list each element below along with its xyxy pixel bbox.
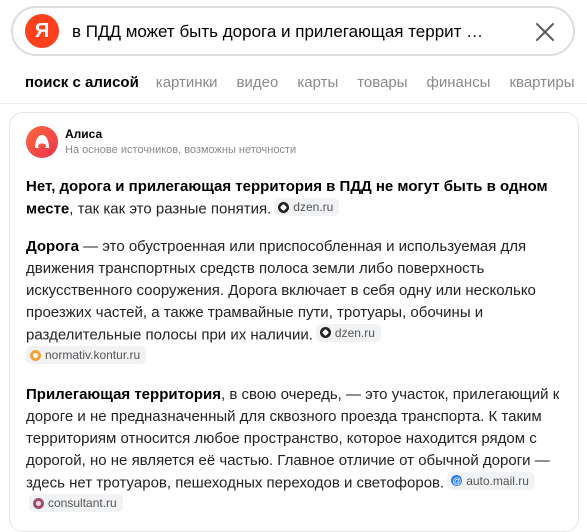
tab-finance[interactable]: финансы (427, 74, 491, 92)
source-label: dzen.ru (334, 325, 375, 340)
tab-apartments[interactable]: квартиры (509, 74, 574, 92)
tab-maps[interactable]: карты (297, 74, 338, 92)
answer-bold-lead: Прилегающая территория (26, 385, 222, 403)
answer-paragraph: Дорога — это обустроенная или приспособл… (26, 236, 566, 369)
tabs-divider (0, 103, 587, 104)
source-chip-dzen[interactable]: dzen.ru (315, 323, 381, 342)
kontur-icon (30, 349, 41, 361)
answer-text: Нет, дорога и прилегающая территория в П… (26, 176, 566, 532)
source-label: auto.mail.ru (466, 473, 529, 488)
tab-products[interactable]: товары (357, 74, 407, 92)
answer-paragraph: Прилегающая территория, в свою очередь, … (26, 384, 566, 517)
tab-alice-search[interactable]: поиск с алисой (25, 74, 139, 92)
tab-video[interactable]: видео (237, 74, 279, 92)
source-chip-mail[interactable]: auto.mail.ru (447, 471, 535, 490)
source-chip-kontur[interactable]: normativ.kontur.ru (26, 346, 147, 364)
answer-text-run: , так как это разные понятия. (69, 200, 272, 218)
search-bar[interactable]: Я в ПДД может быть дорога и прилегающая … (11, 6, 575, 56)
mail-icon (451, 472, 463, 490)
source-label: dzen.ru (293, 200, 334, 214)
answer-bold-lead: Дорога (26, 237, 79, 255)
dzen-icon (319, 327, 331, 338)
consultant-icon (33, 497, 44, 509)
source-label: normativ.kontur.ru (45, 348, 141, 362)
alice-answer-card: Алиса На основе источников, возможны нет… (9, 112, 579, 532)
answer-text-run: — это обустроенная или приспособленная и… (26, 237, 536, 344)
source-label: consultant.ru (48, 496, 117, 510)
yandex-logo[interactable]: Я (25, 14, 59, 48)
alice-logo-icon (26, 126, 58, 158)
search-tabs: поиск с алисой картинки видео карты това… (25, 74, 575, 92)
alice-name: Алиса (65, 127, 103, 141)
clear-search-button[interactable] (533, 20, 557, 44)
search-query[interactable]: в ПДД может быть дорога и прилегающая те… (72, 22, 512, 42)
answer-paragraph: Нет, дорога и прилегающая территория в П… (26, 176, 566, 221)
source-chip-dzen[interactable]: dzen.ru (274, 198, 340, 216)
alice-disclaimer: На основе источников, возможны неточност… (65, 144, 297, 156)
tab-images[interactable]: картинки (156, 74, 218, 92)
close-icon (536, 23, 554, 41)
dzen-icon (278, 201, 290, 213)
source-chip-consultant[interactable]: consultant.ru (29, 494, 123, 512)
